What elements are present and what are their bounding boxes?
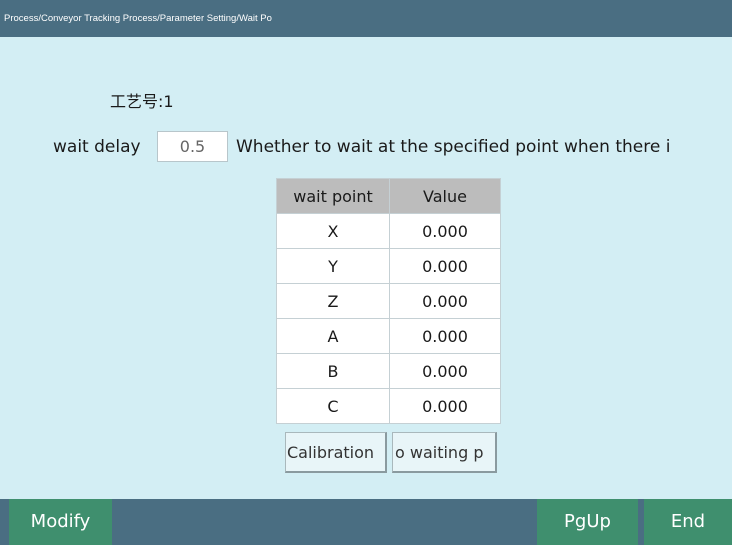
wait-point-table: wait point Value X 0.000 Y 0.000 Z 0.000… xyxy=(276,178,501,424)
wait-delay-description: Whether to wait at the specified point w… xyxy=(236,137,671,157)
value-cell[interactable]: 0.000 xyxy=(389,388,501,424)
column-header-wait-point: wait point xyxy=(276,178,390,214)
page-up-button[interactable]: PgUp xyxy=(537,499,638,545)
axis-cell: C xyxy=(276,388,390,424)
process-number-label: 工艺号:1 xyxy=(110,92,174,111)
footer-bar: Modify PgUp End xyxy=(0,499,732,545)
table-row[interactable]: A 0.000 xyxy=(276,318,501,354)
column-header-value: Value xyxy=(389,178,501,214)
table-row[interactable]: Z 0.000 xyxy=(276,283,501,319)
table-row[interactable]: Y 0.000 xyxy=(276,248,501,284)
axis-cell: X xyxy=(276,213,390,249)
axis-cell: A xyxy=(276,318,390,354)
value-cell[interactable]: 0.000 xyxy=(389,353,501,389)
value-cell[interactable]: 0.000 xyxy=(389,283,501,319)
table-header-row: wait point Value xyxy=(276,178,501,214)
value-cell[interactable]: 0.000 xyxy=(389,318,501,354)
axis-cell: Y xyxy=(276,248,390,284)
table-row[interactable]: B 0.000 xyxy=(276,353,501,389)
wait-delay-label: wait delay xyxy=(53,137,141,157)
no-waiting-point-button[interactable]: o waiting p xyxy=(392,432,497,473)
value-cell[interactable]: 0.000 xyxy=(389,213,501,249)
end-button[interactable]: End xyxy=(644,499,732,545)
wait-delay-row: wait delay 0.5 Whether to wait at the sp… xyxy=(0,131,732,164)
calibration-button[interactable]: Calibration xyxy=(285,432,387,473)
breadcrumb-titlebar: Process/Conveyor Tracking Process/Parame… xyxy=(0,0,732,37)
value-cell[interactable]: 0.000 xyxy=(389,248,501,284)
table-row[interactable]: C 0.000 xyxy=(276,388,501,424)
breadcrumb: Process/Conveyor Tracking Process/Parame… xyxy=(4,13,272,24)
wait-delay-input[interactable]: 0.5 xyxy=(157,131,228,162)
table-row[interactable]: X 0.000 xyxy=(276,213,501,249)
axis-cell: B xyxy=(276,353,390,389)
axis-cell: Z xyxy=(276,283,390,319)
modify-button[interactable]: Modify xyxy=(9,499,112,545)
